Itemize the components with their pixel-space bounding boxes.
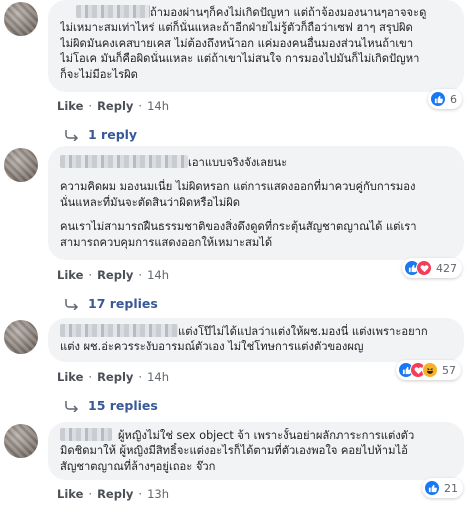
like-link[interactable]: Like bbox=[57, 99, 83, 113]
reply-arrow-icon bbox=[65, 129, 79, 141]
view-replies-link[interactable]: 1 reply bbox=[64, 127, 137, 142]
avatar[interactable] bbox=[4, 148, 38, 182]
reply-link[interactable]: Reply bbox=[97, 268, 133, 282]
comment-bubble: เอาแบบจริงจังเลยนะ ความคิดผม มองนมเนี่ย … bbox=[48, 146, 464, 260]
comment-text-line: สามารถควบคุมการแสดงออกให้เหมาะสมได้ bbox=[60, 235, 273, 249]
commenter-name[interactable] bbox=[60, 155, 188, 168]
reaction-count: 6 bbox=[450, 92, 457, 106]
like-link[interactable]: Like bbox=[57, 487, 83, 501]
reply-arrow-icon bbox=[65, 298, 79, 310]
comment-text-line: คนเราไม่สามารถฝืนธรรมชาติของสิ่งดึงดูดที… bbox=[60, 220, 417, 234]
haha-reaction-icon bbox=[422, 362, 438, 378]
reaction-summary[interactable]: 6 bbox=[428, 89, 462, 109]
love-reaction-icon bbox=[416, 260, 432, 276]
avatar[interactable] bbox=[4, 2, 38, 36]
comment-text-line: ถ้ามองผ่านๆก็คงไม่เกิดปัญหา แต่ถ้าจ้องมอ… bbox=[150, 6, 427, 19]
timestamp[interactable]: 14h bbox=[147, 370, 169, 384]
comment-text-line: แต่ง ผช.อ่ะควรระงับอารมณ์ตัวเอง ไม่ใช่โท… bbox=[60, 340, 364, 354]
replies-count-label: 1 reply bbox=[88, 127, 138, 142]
comment-text-line: มิดชิดมาให้ ผู้หญิงมีสิทธิ์จะแต่งอะไรก็ไ… bbox=[60, 444, 408, 458]
like-reaction-icon bbox=[430, 91, 446, 107]
like-link[interactable]: Like bbox=[57, 268, 83, 282]
reaction-count: 21 bbox=[444, 481, 458, 495]
reply-arrow-icon bbox=[65, 400, 79, 412]
reply-link[interactable]: Reply bbox=[97, 99, 133, 113]
comment-text-line: สัญชาตญาณที่ล้างๆอยู่เถอะ จ๊วก bbox=[60, 459, 216, 473]
comment-text-line: เอาแบบจริงจังเลยนะ bbox=[188, 156, 288, 169]
comment-actions: Like · Reply · 14h bbox=[57, 370, 169, 384]
reaction-count: 427 bbox=[436, 261, 457, 275]
comment-text-line: แต่งโป๊ไม่ได้แปลว่าแต่งให้ผช.มองนี่ แต่ง… bbox=[178, 325, 428, 338]
reaction-summary[interactable]: 57 bbox=[396, 360, 461, 380]
timestamp[interactable]: 14h bbox=[147, 268, 169, 282]
replies-count-label: 15 replies bbox=[88, 398, 158, 413]
comment-actions: Like · Reply · 14h bbox=[57, 268, 169, 282]
comment-text-line: ผู้หญิงไม่ใช่ sex object จ้า เพราะงั้นอย… bbox=[118, 429, 415, 442]
commenter-name[interactable] bbox=[76, 5, 150, 18]
reply-link[interactable]: Reply bbox=[97, 487, 133, 501]
avatar[interactable] bbox=[4, 424, 38, 458]
reaction-summary[interactable]: 427 bbox=[402, 258, 462, 278]
comment-text-line: ไม่เหมาะสมเท่าไหร่ แต่ก็นั่นแหละถ้าอีกฝ่… bbox=[60, 21, 413, 35]
view-replies-link[interactable]: 17 replies bbox=[64, 296, 158, 311]
replies-count-label: 17 replies bbox=[88, 296, 158, 311]
commenter-name[interactable] bbox=[60, 324, 178, 337]
reply-link[interactable]: Reply bbox=[97, 370, 133, 384]
comment-actions: Like · Reply · 14h bbox=[57, 99, 169, 113]
avatar[interactable] bbox=[4, 320, 38, 354]
comment-bubble: แต่งโป๊ไม่ได้แปลว่าแต่งให้ผช.มองนี่ แต่ง… bbox=[48, 318, 464, 362]
comment-bubble: ถ้ามองผ่านๆก็คงไม่เกิดปัญหา แต่ถ้าจ้องมอ… bbox=[48, 0, 464, 92]
reaction-summary[interactable]: 21 bbox=[422, 478, 463, 498]
view-replies-link[interactable]: 15 replies bbox=[64, 398, 158, 413]
comment-bubble: ผู้หญิงไม่ใช่ sex object จ้า เพราะงั้นอย… bbox=[48, 422, 464, 480]
like-reaction-icon bbox=[424, 480, 440, 496]
comment-actions: Like · Reply · 13h bbox=[57, 487, 169, 501]
like-link[interactable]: Like bbox=[57, 370, 83, 384]
timestamp[interactable]: 13h bbox=[147, 487, 169, 501]
reaction-count: 57 bbox=[442, 363, 456, 377]
commenter-name[interactable] bbox=[60, 428, 112, 441]
comment-text-line: ก็จะไม่มีอะไรผิด bbox=[60, 67, 138, 81]
comment-text-line: ความคิดผม มองนมเนี่ย ไม่ผิดหรอก แต่การแส… bbox=[60, 180, 416, 194]
comment-text-line: นั่นแหละที่มันจะตัดสินว่าผิดหรือไม่ผิด bbox=[60, 195, 241, 209]
timestamp[interactable]: 14h bbox=[147, 99, 169, 113]
comment-text-line: ไม่ผิดมันคงเคสบายเคส ไม่ต้องถึงหน้าอก แค… bbox=[60, 36, 414, 50]
comment-text-line: ไม่โอเค มันก็คือผิดนั่นแหละ แต่ถ้าเขาไม่… bbox=[60, 52, 420, 66]
